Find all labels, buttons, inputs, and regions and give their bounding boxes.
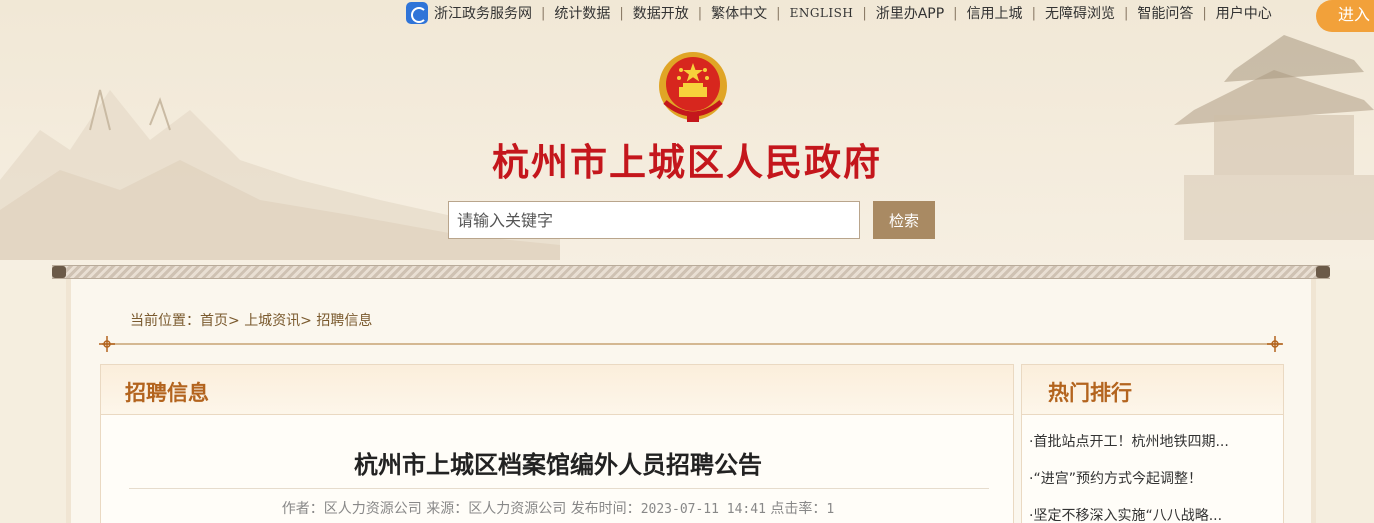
source-label: 来源：	[426, 501, 469, 517]
breadcrumb-home[interactable]: 首页>	[200, 313, 240, 329]
scroll-rod-decoration	[52, 265, 1330, 279]
hot-ranking-header: 热门排行	[1022, 365, 1283, 415]
link-accessibility[interactable]: 无障碍浏览	[1045, 3, 1115, 23]
search-button[interactable]: 检索	[873, 201, 935, 239]
author-label: 作者：	[281, 501, 324, 517]
separator: |	[619, 5, 624, 21]
link-zheliban-app[interactable]: 浙里办APP	[876, 3, 944, 23]
hot-item-link[interactable]: ·首批站点开工！杭州地铁四期...	[1029, 434, 1229, 450]
clicks-label: 点击率：	[770, 501, 827, 517]
site-title: 杭州市上城区人民政府	[492, 140, 882, 184]
list-item: ·“进宫”预约方式今起调整！	[1029, 470, 1229, 507]
list-item: ·首批站点开工！杭州地铁四期...	[1029, 433, 1229, 470]
link-statistics[interactable]: 统计数据	[554, 3, 610, 23]
hot-ranking-panel: 热门排行 ·首批站点开工！杭州地铁四期... ·“进宫”预约方式今起调整！ ·坚…	[1021, 364, 1284, 523]
ornament-icon	[1267, 336, 1283, 352]
section-title: 招聘信息	[125, 381, 209, 405]
hot-item-link[interactable]: ·坚定不移深入实施“八八战略...	[1029, 508, 1222, 523]
published-value: 2023-07-11 14:41	[640, 502, 766, 517]
list-item: ·坚定不移深入实施“八八战略...	[1029, 507, 1229, 523]
divider	[129, 488, 989, 489]
author-value: 区人力资源公司	[323, 501, 422, 517]
zhejiang-service-icon	[406, 2, 428, 24]
ornament-icon	[99, 336, 115, 352]
article-panel-header: 招聘信息	[101, 365, 1013, 415]
link-open-data[interactable]: 数据开放	[633, 3, 689, 23]
divider	[102, 343, 1282, 345]
search-input[interactable]	[448, 201, 860, 239]
hot-ranking-list: ·首批站点开工！杭州地铁四期... ·“进宫”预约方式今起调整！ ·坚定不移深入…	[1029, 433, 1229, 523]
top-links-bar: 浙江政务服务网 | 统计数据 | 数据开放 | 繁体中文 | ENGLISH |…	[406, 0, 1272, 26]
article-meta: 作者：区人力资源公司 来源：区人力资源公司 发布时间：2023-07-11 14…	[101, 498, 1015, 518]
breadcrumb: 当前位置：首页> 上城资讯> 招聘信息	[130, 310, 372, 330]
published-label: 发布时间：	[570, 501, 641, 517]
national-emblem-icon	[659, 52, 727, 122]
separator: |	[541, 5, 546, 21]
separator: |	[776, 5, 781, 21]
article-title: 杭州市上城区档案馆编外人员招聘公告	[354, 451, 762, 479]
pavilion-illustration	[1174, 35, 1374, 240]
breadcrumb-recruitment[interactable]: 招聘信息	[316, 313, 372, 329]
article-panel: 招聘信息 杭州市上城区档案馆编外人员招聘公告 作者：区人力资源公司 来源：区人力…	[100, 364, 1014, 523]
separator: |	[1031, 5, 1036, 21]
separator: |	[1123, 5, 1129, 21]
source-value: 区人力资源公司	[468, 501, 567, 517]
hot-ranking-title: 热门排行	[1048, 381, 1132, 405]
breadcrumb-news[interactable]: 上城资讯>	[244, 313, 312, 329]
link-english[interactable]: ENGLISH	[790, 6, 854, 20]
hot-item-link[interactable]: ·“进宫”预约方式今起调整！	[1029, 471, 1202, 487]
separator: |	[862, 5, 867, 21]
separator: |	[953, 5, 958, 21]
rod-end-left	[52, 266, 66, 278]
separator: |	[697, 5, 703, 21]
link-traditional-chinese[interactable]: 繁体中文	[711, 3, 767, 23]
link-zhejiang-service[interactable]: 浙江政务服务网	[434, 3, 532, 23]
link-smart-qa[interactable]: 智能问答	[1137, 3, 1193, 23]
clicks-value: 1	[826, 502, 835, 517]
enter-button[interactable]: 进入	[1316, 0, 1374, 32]
link-user-center[interactable]: 用户中心	[1216, 3, 1272, 23]
separator: |	[1202, 5, 1207, 21]
rod-end-right	[1316, 266, 1330, 278]
link-credit-shangcheng[interactable]: 信用上城	[967, 3, 1023, 23]
breadcrumb-prefix: 当前位置：	[130, 313, 200, 329]
